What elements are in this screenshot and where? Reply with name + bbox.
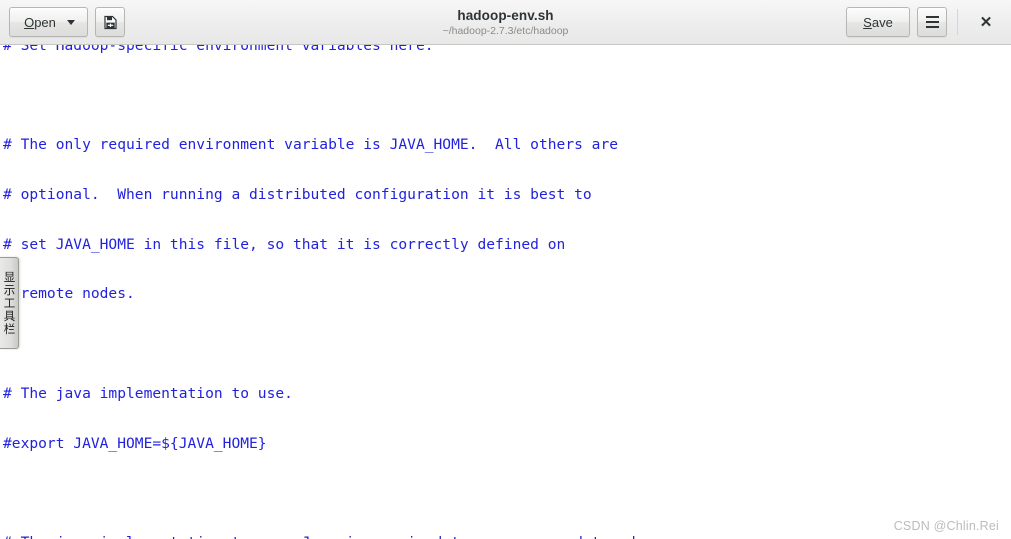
- hamburger-menu-icon: [925, 16, 939, 28]
- code-line: # set JAVA_HOME in this file, so that it…: [3, 233, 680, 258]
- save-as-button[interactable]: [95, 7, 125, 37]
- code-line: # remote nodes.: [3, 282, 680, 307]
- source-code-text[interactable]: # Set Hadoop-specific environment variab…: [3, 45, 680, 539]
- watermark: CSDN @Chlin.Rei: [893, 519, 999, 533]
- header-separator: [957, 9, 958, 35]
- code-line: # The java implementation to use.: [3, 382, 680, 407]
- code-token: # The jsvc implementation to use. Jsvc i…: [3, 534, 653, 539]
- code-token: # The only required environment variable…: [3, 136, 619, 154]
- text-editor-area[interactable]: # Set Hadoop-specific environment variab…: [0, 45, 1011, 539]
- open-button[interactable]: Open: [9, 7, 88, 37]
- window-title: hadoop-env.sh: [457, 7, 554, 23]
- code-token: #export JAVA_HOME=${JAVA_HOME}: [3, 434, 267, 452]
- code-line: # Set Hadoop-specific environment variab…: [3, 45, 680, 59]
- header-left-group: Open: [9, 7, 125, 37]
- chevron-down-icon: [66, 19, 75, 25]
- code-line: #export JAVA_HOME=${JAVA_HOME}: [3, 432, 680, 457]
- save-button[interactable]: Save: [846, 7, 910, 37]
- window-subtitle-path: ~/hadoop-2.7.3/etc/hadoop: [442, 24, 569, 37]
- show-toolbar-tab[interactable]: 显示工具栏: [0, 257, 19, 349]
- close-window-button[interactable]: ✕: [970, 6, 1002, 38]
- menu-button[interactable]: [917, 7, 947, 37]
- code-token: # Set Hadoop-specific environment variab…: [3, 45, 434, 54]
- code-token: # set JAVA_HOME in this file, so that it…: [3, 235, 566, 253]
- code-line: # optional. When running a distributed c…: [3, 183, 680, 208]
- code-line: # The only required environment variable…: [3, 133, 680, 158]
- code-token: # optional. When running a distributed c…: [3, 186, 592, 204]
- open-button-label: Open: [24, 14, 56, 30]
- save-button-label: Save: [863, 14, 893, 30]
- header-bar: Open hadoop-env.sh ~/hadoop-2.7.3/etc/ha…: [0, 0, 1011, 45]
- code-line: # The jsvc implementation to use. Jsvc i…: [3, 531, 680, 539]
- close-icon: ✕: [979, 14, 993, 31]
- code-token: # The java implementation to use.: [3, 384, 293, 402]
- show-toolbar-tab-label: 显示工具栏: [2, 270, 17, 336]
- code-token: # remote nodes.: [3, 285, 135, 303]
- save-as-document-icon: [103, 15, 117, 29]
- header-right-group: Save ✕: [846, 6, 1002, 38]
